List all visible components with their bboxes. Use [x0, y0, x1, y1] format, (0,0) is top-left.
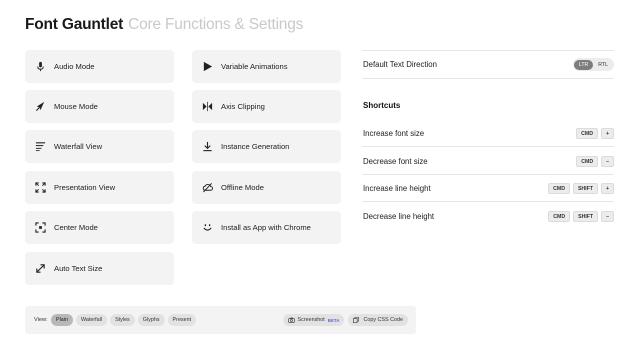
toolbar-actions: Screenshot BETA Copy CSS Code [282, 314, 408, 326]
audio-mode-label: Audio Mode [54, 62, 95, 71]
cursor-icon [35, 101, 46, 112]
divider [362, 174, 614, 175]
auto-text-size-label: Auto Text Size [54, 264, 103, 273]
resize-icon [35, 263, 46, 274]
divider [362, 50, 614, 51]
camera-icon [287, 317, 295, 323]
offline-mode-label: Offline Mode [221, 183, 264, 192]
download-icon [202, 141, 213, 152]
instance-generation-label: Instance Generation [221, 142, 290, 151]
copy-icon [353, 317, 360, 323]
view-styles-button[interactable]: Styles [110, 314, 135, 326]
ltr-option[interactable]: LTR [573, 59, 594, 70]
center-icon [35, 222, 46, 233]
fullscreen-icon [35, 182, 46, 193]
instance-generation-button[interactable]: Instance Generation [192, 130, 341, 163]
copy-css-button[interactable]: Copy CSS Code [348, 314, 408, 326]
install-app-label: Install as App with Chrome [221, 223, 311, 232]
view-label: View: [34, 317, 48, 323]
screenshot-label: Screenshot [297, 317, 325, 323]
shortcut-keys: CMD SHIFT + [548, 183, 614, 194]
shortcut-label: Decrease line height [363, 212, 435, 221]
view-waterfall-button[interactable]: Waterfall [76, 314, 108, 326]
waterfall-icon [35, 141, 46, 152]
key-cap: CMD [548, 183, 570, 194]
screenshot-button[interactable]: Screenshot BETA [282, 314, 345, 326]
play-icon [202, 61, 213, 72]
view-plain-button[interactable]: Plain [51, 314, 73, 326]
variable-animations-button[interactable]: Variable Animations [192, 50, 341, 83]
text-direction-toggle[interactable]: LTR RTL [572, 58, 614, 71]
view-switcher: Plain Waterfall Styles Glyphs Present [51, 314, 197, 326]
key-cap: SHIFT [572, 183, 598, 194]
shortcuts-title: Shortcuts [363, 101, 401, 110]
shortcut-keys: CMD SHIFT – [548, 211, 614, 222]
center-mode-label: Center Mode [54, 223, 98, 232]
beta-badge: BETA [327, 317, 340, 323]
key-cap: CMD [576, 128, 598, 139]
shortcut-keys: CMD + [576, 128, 614, 139]
key-cap: + [600, 183, 614, 194]
waterfall-view-button[interactable]: Waterfall View [25, 130, 174, 163]
view-glyphs-button[interactable]: Glyphs [137, 314, 165, 326]
shortcut-label: Decrease font size [363, 157, 428, 166]
copy-css-label: Copy CSS Code [363, 317, 403, 323]
variable-animations-label: Variable Animations [221, 62, 288, 71]
install-app-button[interactable]: Install as App with Chrome [192, 211, 341, 244]
presentation-view-button[interactable]: Presentation View [25, 171, 174, 204]
key-cap: – [601, 156, 614, 167]
shortcut-label: Increase line height [363, 184, 431, 193]
divider [362, 78, 614, 79]
waterfall-view-label: Waterfall View [54, 142, 103, 151]
audio-mode-button[interactable]: Audio Mode [25, 50, 174, 83]
divider [362, 201, 614, 202]
view-present-button[interactable]: Present [167, 314, 197, 326]
key-cap: CMD [576, 156, 599, 167]
offline-mode-button[interactable]: Offline Mode [192, 171, 341, 204]
mouse-mode-label: Mouse Mode [54, 102, 98, 111]
key-cap: + [600, 128, 614, 139]
rtl-option[interactable]: RTL [593, 60, 613, 70]
divider [362, 146, 614, 147]
key-cap: SHIFT [573, 211, 599, 222]
shortcut-keys: CMD – [576, 156, 614, 167]
key-cap: CMD [548, 211, 571, 222]
smiley-icon [202, 222, 213, 233]
bottom-toolbar: View: Plain Waterfall Styles Glyphs Pres… [25, 306, 416, 334]
page-title: Font Gauntlet Core Functions & Settings [25, 16, 303, 34]
axis-clipping-button[interactable]: Axis Clipping [192, 90, 341, 123]
app-title: Font Gauntlet [25, 16, 124, 33]
page-subtitle: Core Functions & Settings [128, 16, 304, 33]
axis-clipping-label: Axis Clipping [221, 102, 265, 111]
cloud-off-icon [202, 182, 213, 193]
axis-clip-icon [202, 101, 213, 112]
key-cap: – [601, 211, 614, 222]
text-direction-label: Default Text Direction [363, 60, 437, 69]
mouse-mode-button[interactable]: Mouse Mode [25, 90, 174, 123]
center-mode-button[interactable]: Center Mode [25, 211, 174, 244]
presentation-view-label: Presentation View [54, 183, 116, 192]
shortcut-label: Increase font size [363, 129, 425, 138]
auto-text-size-button[interactable]: Auto Text Size [25, 252, 174, 285]
mic-icon [35, 61, 46, 72]
